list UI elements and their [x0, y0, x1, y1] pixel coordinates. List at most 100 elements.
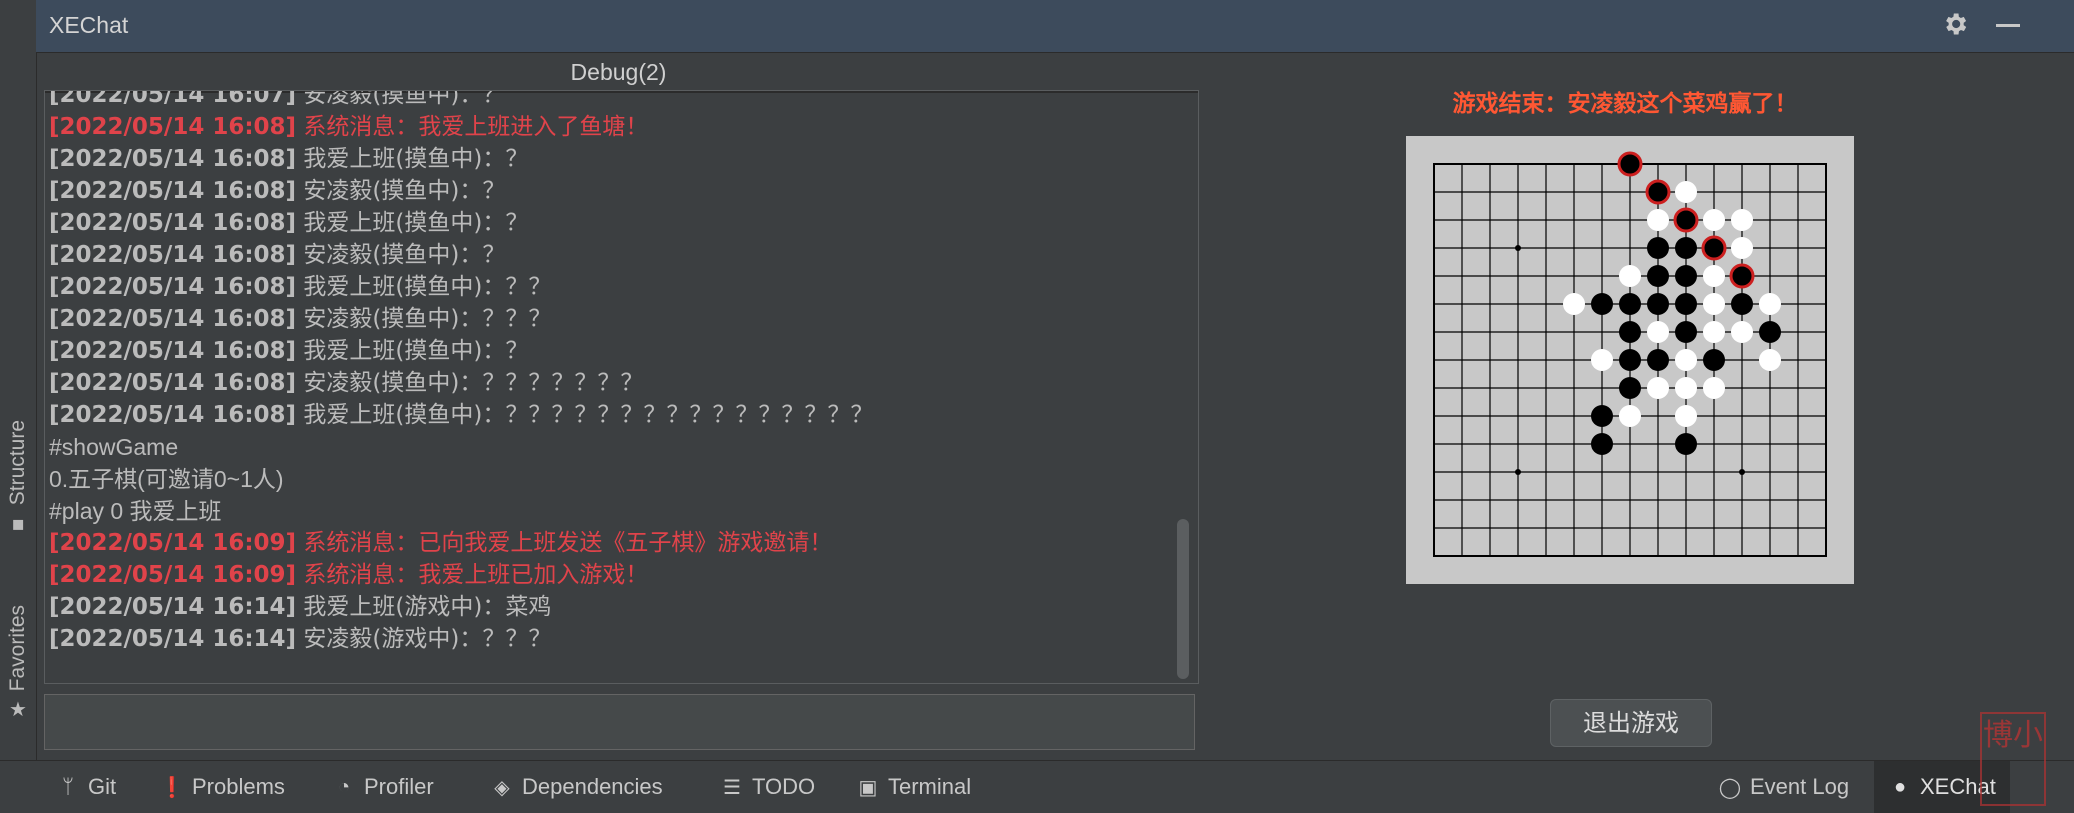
gomoku-board-svg[interactable]: [1406, 136, 1854, 584]
white-stone: [1731, 209, 1753, 231]
black-stone: [1619, 321, 1641, 343]
chat-message-panel: [2022/05/14 16:07] 安凌毅(摸鱼中)：？ [2022/05/14…: [44, 90, 1199, 684]
black-stone: [1591, 293, 1613, 315]
white-stone: [1619, 405, 1641, 427]
message-timestamp: [2022/05/14 16:14]: [49, 626, 297, 652]
chat-message: [2022/05/14 16:14] 安凌毅(游戏中)：？？？: [49, 623, 1169, 655]
gear-icon[interactable]: [1941, 10, 1969, 38]
chat-message: #play 0 我爱上班: [49, 495, 1169, 527]
tab-event-log[interactable]: ◯ Event Log: [1718, 761, 1849, 813]
white-stone: [1647, 377, 1669, 399]
message-timestamp: [2022/05/14 16:09]: [49, 530, 297, 556]
structure-icon: ▪: [11, 511, 25, 536]
structure-tab[interactable]: Structure ▪: [2, 420, 34, 535]
white-stone: [1675, 349, 1697, 371]
black-stone: [1619, 377, 1641, 399]
black-stone: [1619, 349, 1641, 371]
chat-message: [2022/05/14 16:08] 我爱上班(摸鱼中)：？: [49, 143, 1169, 175]
winning-black-stone: [1729, 263, 1755, 289]
winning-black-stone: [1701, 235, 1727, 261]
message-text: 安凌毅(摸鱼中)：？: [303, 178, 506, 204]
exit-game-button[interactable]: 退出游戏: [1550, 699, 1712, 747]
tab-git[interactable]: ᛘ Git: [56, 761, 116, 813]
tab-problems-label: Problems: [192, 774, 285, 799]
git-branch-icon: ᛘ: [62, 775, 74, 798]
white-stone: [1703, 265, 1725, 287]
tab-event-log-label: Event Log: [1750, 774, 1850, 799]
favorites-tab-label: Favorites: [6, 605, 29, 692]
chat-message: [2022/05/14 16:14] 我爱上班(游戏中)：菜鸡: [49, 591, 1169, 623]
black-stone: [1675, 321, 1697, 343]
bottom-tool-stripe: ᛘ Git ❗ Problems ◔ Profiler ◈ Dependencies ☰…: [0, 760, 2074, 813]
black-stone: [1647, 293, 1669, 315]
game-status-text: 游戏结束：安凌毅这个菜鸡赢了！: [1452, 91, 1798, 117]
chat-message-list: [2022/05/14 16:07] 安凌毅(摸鱼中)：？ [2022/05/14…: [49, 90, 1169, 655]
message-text: 我爱上班(摸鱼中)：？: [303, 146, 529, 172]
white-stone: [1703, 321, 1725, 343]
chat-message: [2022/05/14 16:08] 系统消息：我爱上班进入了鱼塘！: [49, 111, 1169, 143]
message-timestamp: [2022/05/14 16:08]: [49, 370, 297, 396]
black-stone: [1675, 433, 1697, 455]
message-timestamp: [2022/05/14 16:08]: [49, 402, 297, 428]
message-text: 我爱上班(摸鱼中)：？: [303, 210, 529, 236]
message-text: 安凌毅(摸鱼中)：？？？？？？？: [303, 370, 644, 396]
message-text: 我爱上班(游戏中)：菜鸡: [303, 594, 552, 620]
minimize-icon[interactable]: [1996, 24, 2020, 27]
tab-terminal[interactable]: ▣ Terminal: [856, 761, 972, 813]
terminal-icon: ▣: [858, 776, 878, 799]
chat-message: [2022/05/14 16:08] 安凌毅(摸鱼中)：？: [49, 239, 1169, 271]
message-timestamp: [2022/05/14 16:08]: [49, 274, 297, 300]
chat-message: #showGame: [49, 431, 1169, 463]
profiler-icon: ◔: [337, 775, 351, 798]
message-timestamp: [2022/05/14 16:08]: [49, 242, 297, 268]
message-text: 系统消息：我爱上班已加入游戏！: [303, 562, 649, 588]
tab-git-label: Git: [88, 774, 117, 799]
favorites-tab[interactable]: Favorites ★: [2, 605, 34, 721]
white-stone: [1619, 265, 1641, 287]
message-timestamp: [2022/05/14 16:14]: [49, 594, 297, 620]
tool-window-header: XEChat: [36, 0, 2074, 53]
black-stone: [1759, 321, 1781, 343]
white-stone: [1675, 405, 1697, 427]
black-stone: [1619, 293, 1641, 315]
tab-dependencies[interactable]: ◈ Dependencies: [490, 761, 662, 813]
chat-scrollbar-thumb[interactable]: [1177, 519, 1189, 679]
message-text: 系统消息：已向我爱上班发送《五子棋》游戏邀请！: [303, 530, 833, 556]
star-point: [1515, 469, 1521, 475]
gomoku-board[interactable]: [1406, 136, 1854, 584]
star-point: [1739, 469, 1745, 475]
white-stone: [1759, 349, 1781, 371]
winning-black-stone: [1673, 207, 1699, 233]
white-stone: [1703, 209, 1725, 231]
message-timestamp: [2022/05/14 16:08]: [49, 178, 297, 204]
message-text: 我爱上班(摸鱼中)：？: [303, 338, 529, 364]
message-text: #showGame: [49, 434, 179, 460]
chat-message: [2022/05/14 16:08] 安凌毅(摸鱼中)：？？？: [49, 303, 1169, 335]
chat-message: [2022/05/14 16:09] 系统消息：我爱上班已加入游戏！: [49, 559, 1169, 591]
chat-message: [2022/05/14 16:08] 安凌毅(摸鱼中)：？: [49, 175, 1169, 207]
chat-tab-title[interactable]: Debug(2): [36, 54, 1201, 90]
todo-icon: ☰: [723, 776, 741, 799]
chat-message: [2022/05/14 16:08] 我爱上班(摸鱼中)：？？: [49, 271, 1169, 303]
tab-profiler[interactable]: ◔ Profiler: [332, 761, 434, 813]
tab-profiler-label: Profiler: [364, 774, 434, 799]
message-text: 安凌毅(游戏中)：？？？: [303, 626, 552, 652]
message-timestamp: [2022/05/14 16:08]: [49, 338, 297, 364]
tab-todo[interactable]: ☰ TODO: [720, 761, 815, 813]
message-text: #play 0 我爱上班: [49, 498, 222, 524]
dependencies-icon: ◈: [494, 776, 510, 799]
white-stone: [1731, 237, 1753, 259]
tab-problems[interactable]: ❗ Problems: [160, 761, 285, 813]
message-text: 安凌毅(摸鱼中)：？: [303, 242, 506, 268]
winning-black-stone: [1645, 179, 1671, 205]
message-text: 我爱上班(摸鱼中)：？？？？？？？？？？？？？？？？: [303, 402, 874, 428]
event-log-icon: ◯: [1718, 776, 1742, 799]
black-stone: [1647, 237, 1669, 259]
structure-tab-label: Structure: [6, 420, 29, 506]
message-timestamp: [2022/05/14 16:07]: [49, 90, 297, 108]
white-stone: [1703, 293, 1725, 315]
winning-black-stone: [1617, 151, 1643, 177]
white-stone: [1647, 209, 1669, 231]
chat-message: [2022/05/14 16:08] 安凌毅(摸鱼中)：？？？？？？？: [49, 367, 1169, 399]
chat-input-field[interactable]: [44, 694, 1195, 750]
